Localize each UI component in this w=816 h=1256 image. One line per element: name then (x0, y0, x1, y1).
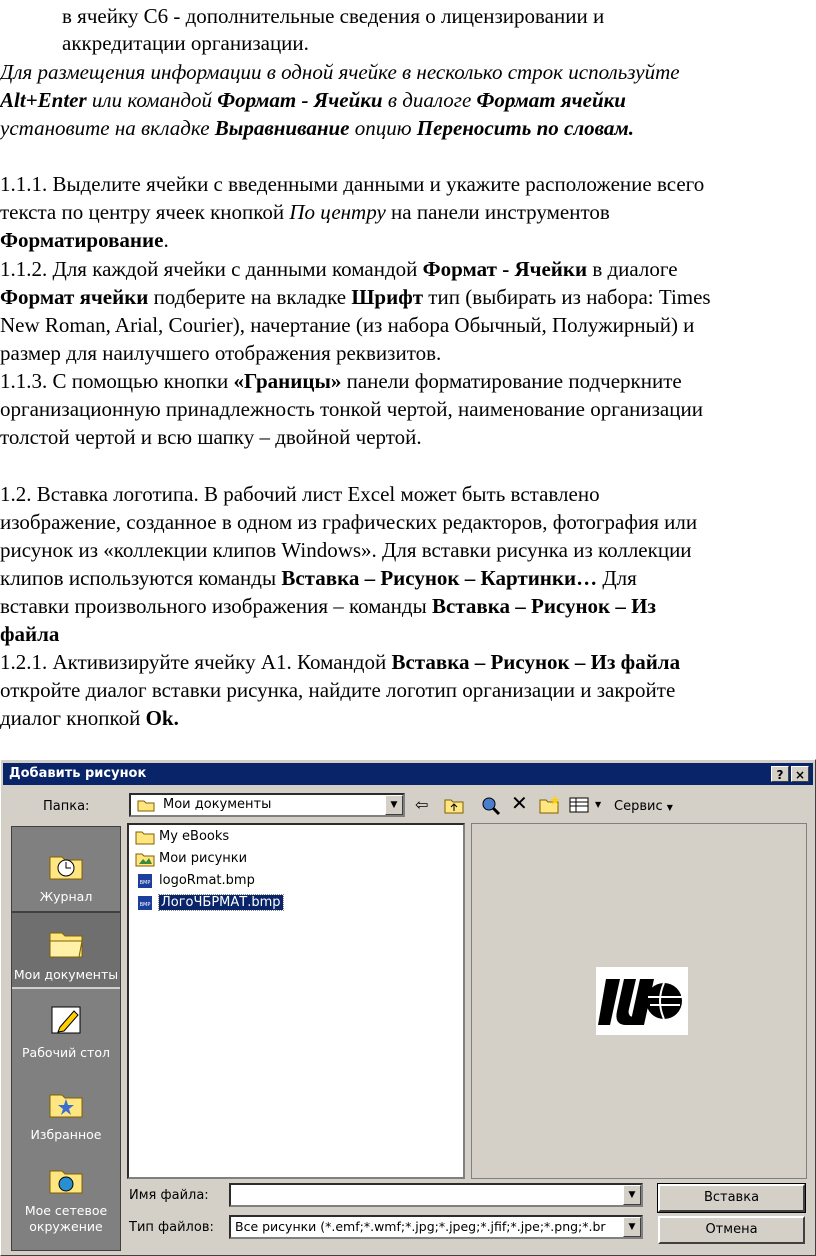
places-bar: Журнал Мои документы Рабочий стол Избран… (11, 826, 121, 1251)
place-desktop-label: Рабочий стол (22, 1045, 110, 1060)
views-icon[interactable] (569, 797, 589, 813)
s121-line3: диалог кнопкой Ok. (0, 706, 179, 730)
place-desktop[interactable]: Рабочий стол (12, 1001, 120, 1060)
desktop-icon (51, 1006, 81, 1034)
s113-line3: толстой чертой и всю шапку – двойной чер… (0, 425, 422, 449)
place-history[interactable]: Журнал (12, 845, 120, 904)
note-line3: установите на вкладке Выравнивание опцию… (0, 116, 635, 140)
place-my-documents[interactable]: Мои документы (12, 911, 120, 989)
s112-line1: 1.1.2. Для каждой ячейки с данными коман… (0, 257, 678, 281)
list-item[interactable]: Мои рисунки (135, 849, 247, 869)
search-web-icon[interactable] (481, 796, 501, 816)
s121-line2: откройте диалог вставки рисунка, найдите… (0, 678, 676, 702)
s12-line2: изображение, созданное в одном из графич… (0, 510, 698, 534)
place-network[interactable]: Мое сетевое окружение (12, 1159, 120, 1235)
s112-line3: New Roman, Arial, Courier), начертание (… (0, 313, 695, 337)
list-item-selected[interactable]: BMP ЛогоЧБРМАТ.bmp (135, 893, 284, 913)
s111-line2: текста по центру ячеек кнопкой По центру… (0, 200, 610, 224)
network-folder-icon (49, 1170, 83, 1194)
filetype-select[interactable]: Все рисунки (*.emf;*.wmf;*.jpg;*.jpeg;*.… (229, 1215, 643, 1239)
list-item[interactable]: BMP logoRmat.bmp (135, 871, 255, 891)
service-menu[interactable]: Сервис ▼ (614, 799, 673, 814)
s12-line1: 1.2. Вставка логотипа. В рабочий лист Ex… (0, 482, 600, 506)
s121-line1: 1.2.1. Активизируйте ячейку А1. Командой… (0, 650, 681, 674)
bmp-file-icon: BMP (138, 873, 152, 888)
views-dropdown-icon[interactable]: ▼ (595, 800, 601, 809)
back-icon[interactable]: ⇦ (415, 795, 428, 814)
place-favorites-label: Избранное (30, 1127, 102, 1142)
history-folder-icon (49, 856, 83, 880)
dialog-title: Добавить рисунок (9, 766, 147, 781)
bmp-file-icon: BMP (138, 895, 152, 910)
svg-text:BMP: BMP (140, 902, 151, 908)
folder-value: Мои документы (163, 797, 272, 812)
folder-select[interactable]: Мои документы ▼ (129, 793, 405, 817)
new-folder-icon[interactable] (539, 794, 561, 814)
close-button[interactable]: × (791, 766, 809, 782)
s113-line2: организационную принадлежность тонкой че… (0, 397, 703, 421)
folder-label: Папка: (43, 799, 90, 814)
s12-line5: вставки произвольного изображения – кома… (0, 594, 656, 618)
chevron-down-icon[interactable]: ▼ (385, 795, 403, 815)
help-button[interactable]: ? (771, 766, 789, 782)
p0-line1: в ячейку С6 - дополнительные сведения о … (62, 4, 605, 28)
s12-line6: файла (0, 622, 60, 646)
filename-input[interactable]: ▼ (229, 1183, 643, 1207)
file-list[interactable]: My eBooks Мои рисунки BMP logoRmat.bmp BM… (127, 823, 465, 1179)
chevron-down-icon[interactable]: ▼ (623, 1217, 641, 1237)
p0-line2: аккредитации организации. (62, 31, 309, 55)
place-history-label: Журнал (39, 889, 93, 904)
delete-icon[interactable]: ✕ (511, 791, 528, 815)
note-line2: Alt+Enter или командой Формат - Ячейки в… (0, 88, 626, 112)
s113-line1: 1.1.3. С помощью кнопки «Границы» панели… (0, 369, 682, 393)
documents-folder-icon (49, 932, 83, 958)
note-line1: Для размещения информации в одной ячейке… (0, 60, 680, 84)
folder-icon (137, 800, 155, 812)
place-favorites[interactable]: Избранное (12, 1083, 120, 1142)
folder-icon (135, 831, 155, 844)
logo-preview-image (596, 967, 688, 1035)
filetype-label: Тип файлов: (129, 1220, 214, 1235)
insert-button[interactable]: Вставка (657, 1183, 806, 1213)
up-folder-icon[interactable] (444, 796, 464, 814)
filename-label: Имя файла: (129, 1188, 209, 1203)
s112-line4: размер для наилучшего отображения реквиз… (0, 341, 442, 365)
pictures-folder-icon (135, 853, 155, 866)
s12-line3: рисунок из «коллекции клипов Windows». Д… (0, 538, 692, 562)
dialog-titlebar: Добавить рисунок ? × (3, 763, 813, 785)
s111-line3: Форматирование. (0, 228, 169, 252)
s111-line1: 1.1.1. Выделите ячейки с введенными данн… (0, 172, 705, 196)
favorites-folder-icon (49, 1094, 83, 1118)
place-network-label: Мое сетевое окружение (24, 1203, 108, 1234)
list-item[interactable]: My eBooks (135, 827, 229, 847)
chevron-down-icon[interactable]: ▼ (623, 1185, 641, 1205)
s12-line4: клипов используются команды Вставка – Ри… (0, 566, 637, 590)
place-my-documents-label: Мои документы (13, 967, 119, 982)
cancel-button[interactable]: Отмена (658, 1216, 805, 1244)
insert-picture-dialog: Добавить рисунок ? × Папка: Мои документ… (0, 759, 816, 1256)
s112-line2: Формат ячейки подберите на вкладке Шрифт… (0, 285, 711, 309)
preview-pane (471, 823, 807, 1179)
svg-text:BMP: BMP (140, 880, 151, 886)
